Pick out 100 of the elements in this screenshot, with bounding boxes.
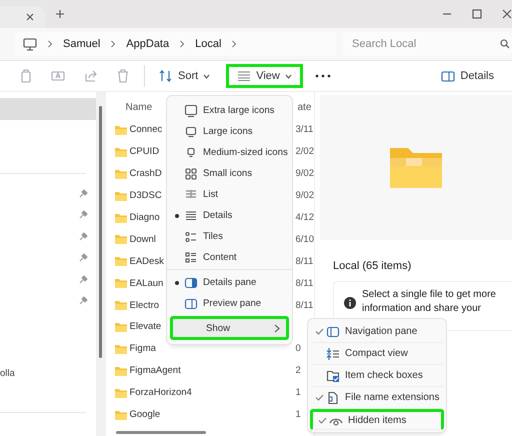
folder-icon [114,233,128,246]
scrollbar[interactable] [96,92,106,436]
file-name[interactable]: Google [130,409,160,420]
lines-icon [184,208,198,222]
trash-icon[interactable] [117,69,129,83]
chevron-icon[interactable] [110,40,116,48]
pane-title: Local (65 items) [333,260,412,272]
caret-icon [284,74,292,78]
panel-icon [441,70,456,82]
date-cell: 9/02 [296,190,314,202]
file-name[interactable]: EADesk [130,256,164,267]
menu-item[interactable]: Item check boxes [310,365,444,387]
date-cell: 4/12 [296,212,314,223]
menu-item[interactable]: File name extensions [310,387,444,409]
panel-icon [184,276,198,290]
checkbox-folder-icon [326,368,340,382]
file-name[interactable]: FigmaAgent [130,365,181,376]
file-name[interactable]: Connec [130,124,162,136]
sort-button[interactable]: Sort [155,64,214,88]
menu-item[interactable]: Content [170,247,289,268]
sidebar-item[interactable]: olla [0,368,96,379]
date-cell: 8/11 [296,256,314,267]
chevron-icon[interactable] [179,40,186,48]
pin-icon[interactable] [78,253,88,262]
plus-icon[interactable] [55,9,65,19]
folder-icon [114,342,128,355]
chevron-icon[interactable] [47,40,53,48]
close-icon[interactable] [502,9,512,19]
menu-item[interactable]: Compact view [310,343,444,365]
rename-icon[interactable] [51,69,65,83]
date-cell: 8/11 [296,278,314,289]
grid-icon [184,166,198,180]
pin-icon[interactable] [78,232,88,241]
sort-icon [159,70,173,82]
file-name[interactable]: Figma [130,343,156,354]
folder-icon [114,277,128,290]
folder-icon [114,124,128,136]
breadcrumb-item[interactable]: Samuel [63,38,100,50]
menu-item[interactable]: Show [170,316,289,340]
date-cell-text: 1 [296,409,302,420]
compact-icon [326,346,340,360]
folder-icon [114,408,128,421]
file-icon [326,390,340,404]
menu-item[interactable]: Hidden items [310,409,444,430]
folder-icon [114,320,128,333]
pin-icon[interactable] [78,210,88,220]
copy-icon[interactable] [20,69,32,83]
file-name[interactable]: D3DSC [130,190,162,202]
close-icon[interactable] [25,12,35,22]
menu-item[interactable]: Tiles [170,226,289,247]
share-icon[interactable] [84,69,98,83]
folder-icon [114,255,128,268]
pin-icon[interactable] [78,296,88,305]
scrollbar[interactable] [116,431,206,434]
breadcrumb-item[interactable]: Local [195,38,222,50]
caret-icon [203,74,210,78]
breadcrumb-item[interactable]: AppData [126,38,170,50]
menu-item[interactable]: Large icons [170,121,289,142]
menu-item[interactable]: Details [170,205,289,226]
menu-item[interactable]: Small icons [170,163,289,184]
chevron-icon[interactable] [231,40,238,48]
computer-icon[interactable] [23,38,37,50]
menu-item[interactable]: Navigation pane [310,321,444,343]
date-cell: 6/10 [296,234,314,245]
file-name[interactable]: Diagno [130,212,160,223]
folder-icon [114,168,128,180]
chevron-icon [274,324,280,332]
column-header[interactable]: ate [298,102,312,112]
menu-item[interactable]: Preview pane [170,293,289,314]
maximize-icon[interactable] [472,9,482,19]
date-cell: 8/11 [296,300,314,311]
file-name[interactable]: CPUID [130,146,160,158]
date-cell-text: 2 [296,365,302,376]
view-button[interactable]: View [226,64,303,88]
info-icon [344,297,356,309]
date-cell: 9/02 [296,168,314,180]
search-field[interactable]: Search Local [342,32,512,56]
address-bar[interactable]: Samuel AppData Local [14,32,336,56]
details-button[interactable]: Details [437,64,498,88]
more-icon[interactable] [314,74,331,78]
file-name[interactable]: Electro [130,300,160,311]
pin-icon[interactable] [78,189,88,198]
menu-item[interactable]: List [170,184,289,205]
file-name[interactable]: CrashD [130,168,162,180]
lines-icon [237,71,252,81]
file-name[interactable]: Downl [130,234,156,245]
date-cell-text: 0 [296,343,302,354]
pin-icon[interactable] [78,274,88,284]
menu-item[interactable]: Extra large icons [170,100,289,121]
file-name[interactable]: EALaun [130,278,164,289]
panel-icon [326,324,340,338]
file-name[interactable]: Elevate [130,321,162,332]
scroll-thumb[interactable] [98,106,102,358]
menu-item[interactable]: Medium-sized icons [170,142,289,163]
search-icon[interactable] [500,39,510,49]
folder-icon [114,212,128,224]
file-name[interactable]: ForzaHorizon4 [130,387,192,398]
date-cell: 2/02 [296,146,314,158]
content-icon [184,250,198,264]
menu-item[interactable]: Details pane [170,272,289,293]
